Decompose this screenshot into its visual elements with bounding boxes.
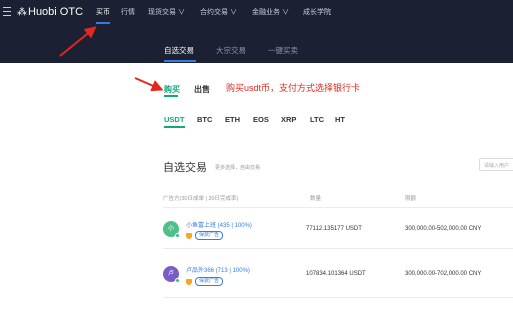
column-header-quantity: 数量 [310, 196, 322, 202]
section-hint: 更多选择，自由交易 [215, 165, 261, 171]
nav-active-indicator [96, 22, 110, 24]
menu-icon[interactable] [3, 7, 11, 16]
shield-icon [186, 232, 192, 239]
coin-tab-ltc[interactable]: LTC [310, 115, 324, 124]
table-divider [163, 297, 513, 298]
logo[interactable]: ⁂Huobi OTC [17, 6, 83, 18]
arrow-to-buy-tab [134, 77, 164, 92]
column-header-limit: 限额 [405, 196, 417, 202]
merchant-name-link[interactable]: 小鱼富上班 (435 | 100%) [186, 220, 252, 229]
table-divider [163, 207, 513, 208]
buy-tab[interactable]: 购买 [164, 84, 180, 95]
shield-icon [186, 278, 192, 285]
deposit-badge: 保费广告 [195, 231, 224, 240]
avatar[interactable]: 小 [163, 221, 180, 238]
limit-value: 300,000.00-502,000.00 CNY [405, 226, 482, 232]
tab-self-select-trade[interactable]: 自选交易 [164, 45, 194, 56]
buy-tab-indicator [164, 95, 178, 97]
limit-value: 300,000.00-702,000.00 CNY [405, 271, 482, 277]
sub-navigation-bar: 自选交易 大宗交易 一键买卖 [0, 25, 513, 63]
section-title: 自选交易 [163, 162, 207, 174]
coin-tab-xrp[interactable]: XRP [281, 115, 296, 124]
coin-tab-usdt[interactable]: USDT [164, 115, 184, 124]
nav-spot-trading[interactable]: 现货交易 ∨ [148, 7, 185, 17]
tab-block-trade[interactable]: 大宗交易 [216, 45, 246, 56]
quantity-value: 107834.101364 USDT [306, 271, 366, 277]
sell-tab[interactable]: 出售 [194, 84, 210, 95]
coin-tab-indicator [164, 126, 185, 128]
coin-tab-eth[interactable]: ETH [225, 115, 240, 124]
merchant-badges: 保费广告 [186, 231, 224, 240]
top-navigation-bar: ⁂Huobi OTC 买币 行情 现货交易 ∨ 合约交易 ∨ 金融业务 ∨ 成长… [0, 0, 513, 25]
avatar[interactable]: 卢 [163, 266, 180, 283]
nav-academy[interactable]: 成长学院 [303, 7, 331, 17]
coin-tab-btc[interactable]: BTC [197, 115, 212, 124]
nav-market[interactable]: 行情 [121, 7, 135, 17]
nav-contract-trading[interactable]: 合约交易 ∨ [200, 7, 237, 17]
flame-icon: ⁂ [17, 7, 27, 18]
coin-tab-eos[interactable]: EOS [253, 115, 269, 124]
table-divider [163, 248, 513, 249]
column-header-advertiser: 广告方(30日成单 | 30日完成率) [163, 196, 239, 202]
coin-tab-ht[interactable]: HT [335, 115, 345, 124]
quantity-value: 77112.135177 USDT [306, 226, 362, 232]
online-status-icon [175, 233, 180, 238]
annotation-text: 购买usdt币，支付方式选择银行卡 [226, 83, 361, 93]
deposit-badge: 保费广告 [195, 277, 224, 286]
subtab-active-indicator [164, 60, 196, 62]
search-input[interactable]: 请输入用户 [479, 158, 513, 171]
nav-buy-coin[interactable]: 买币 [96, 7, 110, 17]
tab-one-click-trade[interactable]: 一键买卖 [268, 45, 298, 56]
merchant-name-link[interactable]: 卢品外366 (713 | 100%) [186, 265, 250, 274]
merchant-badges: 保费广告 [186, 277, 224, 286]
online-status-icon [175, 278, 180, 283]
nav-finance[interactable]: 金融业务 ∨ [252, 7, 289, 17]
